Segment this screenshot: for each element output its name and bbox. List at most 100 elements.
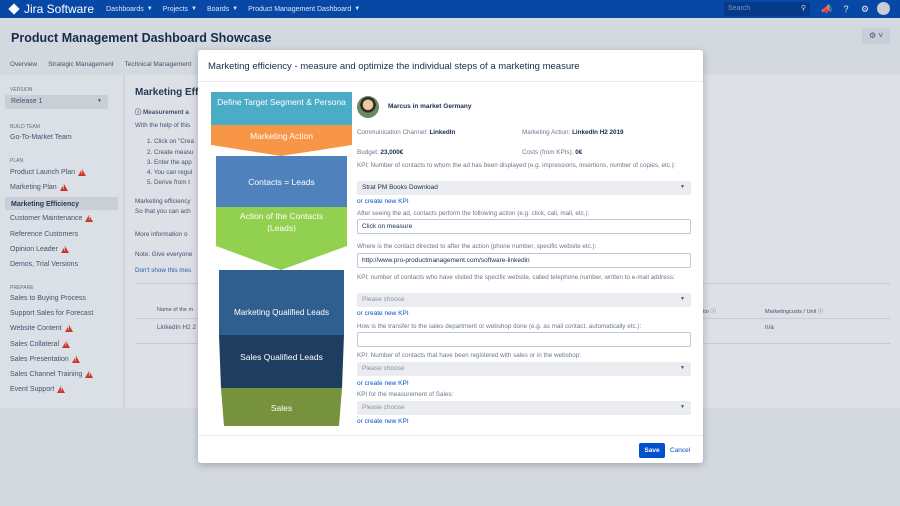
megaphone-icon[interactable]: 📣 — [821, 3, 833, 15]
step-5: 5. Derive from t — [147, 179, 191, 186]
warning-icon — [57, 386, 66, 394]
dont-show-link[interactable]: Don't show this mes — [135, 267, 191, 274]
kpi3-label: KPI: Number of contacts that have been r… — [357, 352, 582, 359]
version-select[interactable]: Release 1 ▼ — [5, 95, 108, 109]
kpi4-select[interactable]: Please choose ▼ — [357, 401, 691, 415]
marketing-efficiency-dialog: Marketing efficiency - measure and optim… — [198, 50, 703, 463]
transfer-input[interactable] — [357, 332, 691, 347]
jira-logo[interactable]: Jira Software — [8, 2, 94, 16]
funnel-label-contacts-leads: Contacts = Leads — [248, 177, 315, 187]
table-cell-name[interactable]: LinkedIn H2 2 — [157, 324, 196, 331]
help-icon[interactable]: ? — [840, 3, 852, 15]
sidebar-item-customer-maintenance[interactable]: Customer Maintenance — [10, 215, 94, 223]
nav-dashboards[interactable]: Dashboards ▼ — [106, 6, 153, 13]
kpi4-label: KPI for the measurement of Sales: — [357, 391, 454, 398]
table-header-ratio: tio ⓘ — [703, 309, 716, 315]
chevron-down-icon: ▼ — [680, 404, 685, 410]
footer-divider — [198, 435, 703, 436]
funnel-label-mql: Marketing Qualified Leads — [233, 308, 330, 317]
warning-icon — [60, 246, 69, 253]
table-header-costs: Marketingcosts / Unit ⓘ — [765, 309, 824, 315]
funnel-step-mql — [219, 270, 344, 335]
tab-technical-management[interactable]: Technical Management — [125, 61, 192, 68]
transfer-question-label: How is the transfer to the sales departm… — [357, 323, 642, 330]
create-kpi-link-2[interactable]: or create new KPI — [357, 310, 409, 317]
version-label: VERSION — [10, 87, 33, 93]
sidebar-item-demos-trial-versions[interactable]: Demos, Trial Versions — [10, 261, 78, 268]
para-2: So that you can ach — [135, 208, 191, 215]
kpi1-select[interactable]: Strat PM Books Download ▼ — [357, 181, 691, 195]
contact-action-input[interactable]: Click on measure — [357, 219, 691, 234]
sidebar-item-sales-to-buying-process[interactable]: Sales to Buying Process — [10, 295, 86, 302]
search-input[interactable]: Search ⚲ — [724, 2, 810, 16]
sidebar-item-marketing-efficiency[interactable]: Marketing Efficiency — [5, 196, 118, 210]
create-kpi-link-3[interactable]: or create new KPI — [357, 380, 409, 387]
note-text: Note: Give everyone — [135, 251, 193, 258]
warning-icon — [78, 169, 86, 176]
directed-question-label: Where is the contact directed to after t… — [357, 243, 597, 250]
user-avatar[interactable] — [877, 2, 890, 15]
cancel-button[interactable]: Cancel — [670, 447, 690, 454]
chevron-down-icon: ▼ — [680, 184, 685, 190]
marketing-action-field: Marketing Action: LinkedIn H2 2019 — [522, 129, 624, 136]
nav-boards[interactable]: Boards ▼ — [207, 6, 238, 13]
gear-icon[interactable]: ⚙ — [859, 3, 871, 15]
search-icon: ⚲ — [800, 5, 806, 12]
page-title: Product Management Dashboard Showcase — [11, 31, 272, 45]
save-button[interactable]: Save — [639, 443, 665, 458]
sidebar-item-sales-collateral[interactable]: Sales Collateral — [10, 340, 71, 348]
more-info: More information o — [135, 231, 188, 238]
chevron-down-icon: ▼ — [680, 365, 685, 371]
sidebar-item-go-to-market-team[interactable]: Go-To-Market Team — [10, 134, 72, 141]
funnel-label-define-target: Define Target Segment & Persona — [217, 97, 346, 107]
sidebar-item-sales-presentation[interactable]: Sales Presentation — [10, 355, 80, 363]
sidebar-item-marketing-plan[interactable]: Marketing Plan — [10, 184, 68, 192]
kpi3-select[interactable]: Please choose ▼ — [357, 362, 691, 376]
gear-icon: ⚙ ˅ — [868, 31, 884, 40]
warning-icon — [71, 355, 80, 363]
nav-pm-dashboard[interactable]: Product Management Dashboard ▼ — [248, 6, 360, 13]
tab-strategic-management[interactable]: Strategic Management — [48, 61, 113, 68]
sidebar-item-event-support[interactable]: Event Support — [10, 386, 66, 394]
funnel-label-sales: Sales — [270, 403, 293, 413]
create-kpi-link-4[interactable]: or create new KPI — [357, 418, 409, 425]
sidebar-item-support-sales-for-forecast[interactable]: Support Sales for Forecast — [10, 310, 93, 317]
kpi2-label: KPI: number of contacts who have visited… — [357, 274, 675, 281]
warning-icon — [64, 325, 73, 333]
plan-label: PLAN — [10, 158, 24, 164]
chevron-down-icon: ▼ — [354, 6, 361, 12]
section-title: Marketing Eff — [135, 87, 199, 98]
warning-icon — [85, 215, 94, 223]
dashboard-tabs: Overview Strategic Management Technical … — [10, 61, 202, 68]
measurement-heading: ⓘ Measurement a — [135, 109, 189, 116]
nav-projects[interactable]: Projects ▼ — [163, 6, 197, 13]
kpi1-label: KPI: Number of contacts to whom the ad h… — [357, 162, 676, 169]
para-1: Marketing efficiency — [135, 198, 191, 205]
step-2: 2. Create measu — [147, 149, 194, 156]
sidebar-item-opinion-leader[interactable]: Opinion Leader — [10, 246, 69, 253]
jira-diamond-icon — [8, 3, 20, 15]
step-3: 3. Enter the app — [147, 159, 192, 166]
warning-icon — [59, 184, 68, 192]
warning-icon — [85, 371, 94, 378]
table-header-name: Name of the m — [157, 307, 194, 313]
create-kpi-link-1[interactable]: or create new KPI — [357, 198, 409, 205]
costs-field: Costs (from KPIs): 0€ — [522, 149, 583, 156]
chevron-down-icon: ▼ — [97, 98, 102, 104]
funnel-label-marketing-action: Marketing Action — [250, 131, 313, 141]
sidebar-item-sales-channel-training[interactable]: Sales Channel Training — [10, 371, 94, 378]
funnel-label-sql: Sales Qualified Leads — [240, 352, 323, 362]
step-4: 4. You can regul — [147, 169, 193, 176]
sidebar-item-reference-customers[interactable]: Reference Customers — [10, 231, 78, 238]
intro-text: With the help of this — [135, 122, 191, 129]
kpi2-select[interactable]: Please choose ▼ — [357, 293, 691, 307]
persona-name: Marcus in market Germany — [388, 103, 472, 110]
sidebar-item-website-content[interactable]: Website Content — [10, 325, 73, 333]
settings-button[interactable]: ⚙ ˅ — [862, 28, 890, 44]
chevron-down-icon: ▼ — [191, 6, 197, 12]
tab-overview[interactable]: Overview — [10, 61, 37, 68]
table-cell-costs: n/a — [765, 324, 774, 331]
sidebar-item-product-launch-plan[interactable]: Product Launch Plan — [10, 169, 86, 176]
prepare-label: PREPARE — [10, 285, 34, 291]
directed-url-input[interactable]: http://www.pro-productmanagement.com/sof… — [357, 253, 691, 268]
